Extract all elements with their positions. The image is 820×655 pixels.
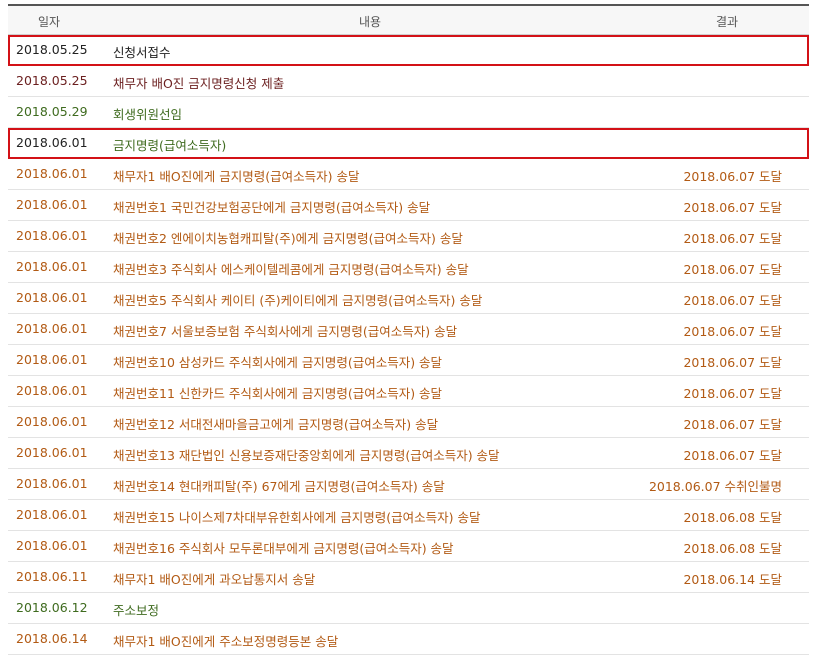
table-row: 2018.06.01 채권번호10 삼성카드 주식회사에게 금지명령(급여소득자)…	[8, 345, 809, 376]
table-row: 2018.06.01 채무자1 배O진에게 금지명령(급여소득자) 송달 2018.…	[8, 159, 809, 190]
row-result: 2018.06.08 도달	[683, 541, 782, 556]
table-row: 2018.06.11 채무자1 배O진에게 과오납통지서 송달 2018.06.14…	[8, 562, 809, 593]
row-date: 2018.06.12	[16, 600, 88, 615]
row-date: 2018.06.01	[16, 166, 88, 181]
row-result: 2018.06.07 도달	[683, 231, 782, 246]
table-row: 2018.06.01 채권번호16 주식회사 모두론대부에게 금지명령(급여소득자…	[8, 531, 809, 562]
row-result: 2018.06.07 도달	[683, 169, 782, 184]
table-row: 2018.06.01 채권번호2 엔에이치농협캐피탈(주)에게 금지명령(급여소득…	[8, 221, 809, 252]
row-result: 2018.06.07 수취인불명	[648, 479, 782, 494]
row-content: 신청서접수	[113, 45, 171, 60]
table-row: 2018.06.12 주소보정	[8, 593, 809, 624]
header-result: 결과	[716, 15, 739, 29]
header-date: 일자	[38, 15, 61, 29]
row-result: 2018.06.07 도달	[683, 355, 782, 370]
table-row: 2018.06.01 채권번호5 주식회사 케이티 (주)케이티에게 금지명령(급…	[8, 283, 809, 314]
row-date: 2018.06.14	[16, 631, 88, 646]
row-date: 2018.06.01	[16, 259, 88, 274]
row-result: 2018.06.07 도달	[683, 262, 782, 277]
table-row: 2018.06.01 채권번호11 신한카드 주식회사에게 금지명령(급여소득자)…	[8, 376, 809, 407]
row-content: 채권번호7 서울보증보험 주식회사에게 금지명령(급여소득자) 송달	[113, 324, 458, 339]
row-content: 채권번호16 주식회사 모두론대부에게 금지명령(급여소득자) 송달	[113, 541, 454, 556]
row-content: 채권번호5 주식회사 케이티 (주)케이티에게 금지명령(급여소득자) 송달	[113, 293, 483, 308]
row-content: 채권번호1 국민건강보험공단에게 금지명령(급여소득자) 송달	[113, 200, 431, 215]
row-content: 금지명령(급여소득자)	[113, 138, 227, 153]
row-content: 채무자1 배O진에게 금지명령(급여소득자) 송달	[113, 169, 360, 184]
row-date: 2018.06.01	[16, 507, 88, 522]
row-content: 채권번호10 삼성카드 주식회사에게 금지명령(급여소득자) 송달	[113, 355, 443, 370]
row-date: 2018.06.01	[16, 290, 88, 305]
table-row: 2018.06.01 채권번호1 국민건강보험공단에게 금지명령(급여소득자) 송…	[8, 190, 809, 221]
row-result: 2018.06.08 도달	[683, 510, 782, 525]
row-date: 2018.06.01	[16, 538, 88, 553]
row-content: 주소보정	[113, 603, 160, 618]
table-row: 2018.06.01 채권번호7 서울보증보험 주식회사에게 금지명령(급여소득자…	[8, 314, 809, 345]
table-row: 2018.05.25 채무자 배O진 금지명령신청 제출	[8, 66, 809, 97]
table-row: 2018.06.01 채권번호14 현대캐피탈(주) 67에게 금지명령(급여소득…	[8, 469, 809, 500]
row-content: 채무자1 배O진에게 주소보정명령등본 송달	[113, 634, 339, 649]
row-result: 2018.06.07 도달	[683, 448, 782, 463]
table-header: 일자 내용 결과	[8, 4, 809, 35]
table-row: 2018.06.01 채권번호12 서대전새마을금고에게 금지명령(급여소득자) …	[8, 407, 809, 438]
row-result: 2018.06.14 도달	[683, 572, 782, 587]
row-content: 채무자1 배O진에게 과오납통지서 송달	[113, 572, 316, 587]
row-content: 채무자 배O진 금지명령신청 제출	[113, 76, 285, 91]
row-date: 2018.06.11	[16, 569, 88, 584]
row-date: 2018.06.01	[16, 228, 88, 243]
row-date: 2018.06.01	[16, 135, 88, 150]
row-result: 2018.06.07 도달	[683, 386, 782, 401]
row-content: 회생위원선임	[113, 107, 183, 122]
row-content: 채권번호15 나이스제7차대부유한회사에게 금지명령(급여소득자) 송달	[113, 510, 481, 525]
row-date: 2018.05.25	[16, 42, 88, 57]
table-row: 2018.06.14 채무자1 배O진에게 주소보정명령등본 송달	[8, 624, 809, 655]
table-row: 2018.06.01 채권번호3 주식회사 에스케이텔레콤에게 금지명령(급여소득…	[8, 252, 809, 283]
row-result: 2018.06.07 도달	[683, 324, 782, 339]
row-date: 2018.05.25	[16, 73, 88, 88]
row-date: 2018.06.01	[16, 445, 88, 460]
row-result: 2018.06.07 도달	[683, 200, 782, 215]
row-content: 채권번호14 현대캐피탈(주) 67에게 금지명령(급여소득자) 송달	[113, 479, 445, 494]
row-result: 2018.06.07 도달	[683, 417, 782, 432]
table-body: 2018.05.25 신청서접수 2018.05.25 채무자 배O진 금지명령신청 …	[8, 35, 809, 655]
table-row-highlighted: 2018.05.25 신청서접수	[8, 35, 809, 66]
row-date: 2018.06.01	[16, 352, 88, 367]
row-result: 2018.06.07 도달	[683, 293, 782, 308]
table-row: 2018.05.29 회생위원선임	[8, 97, 809, 128]
row-content: 채권번호11 신한카드 주식회사에게 금지명령(급여소득자) 송달	[113, 386, 443, 401]
row-content: 채권번호13 재단법인 신용보증재단중앙회에게 금지명령(급여소득자) 송달	[113, 448, 500, 463]
row-content: 채권번호12 서대전새마을금고에게 금지명령(급여소득자) 송달	[113, 417, 439, 432]
case-progress-table: 일자 내용 결과 2018.05.25 신청서접수 2018.05.25 채무자 배O…	[8, 4, 809, 655]
row-date: 2018.05.29	[16, 104, 88, 119]
row-date: 2018.06.01	[16, 321, 88, 336]
header-content: 내용	[359, 15, 382, 29]
table-row-highlighted: 2018.06.01 금지명령(급여소득자)	[8, 128, 809, 159]
table-row: 2018.06.01 채권번호15 나이스제7차대부유한회사에게 금지명령(급여소…	[8, 500, 809, 531]
row-content: 채권번호2 엔에이치농협캐피탈(주)에게 금지명령(급여소득자) 송달	[113, 231, 463, 246]
row-date: 2018.06.01	[16, 414, 88, 429]
table-row: 2018.06.01 채권번호13 재단법인 신용보증재단중앙회에게 금지명령(급…	[8, 438, 809, 469]
row-date: 2018.06.01	[16, 476, 88, 491]
row-date: 2018.06.01	[16, 383, 88, 398]
row-content: 채권번호3 주식회사 에스케이텔레콤에게 금지명령(급여소득자) 송달	[113, 262, 469, 277]
row-date: 2018.06.01	[16, 197, 88, 212]
